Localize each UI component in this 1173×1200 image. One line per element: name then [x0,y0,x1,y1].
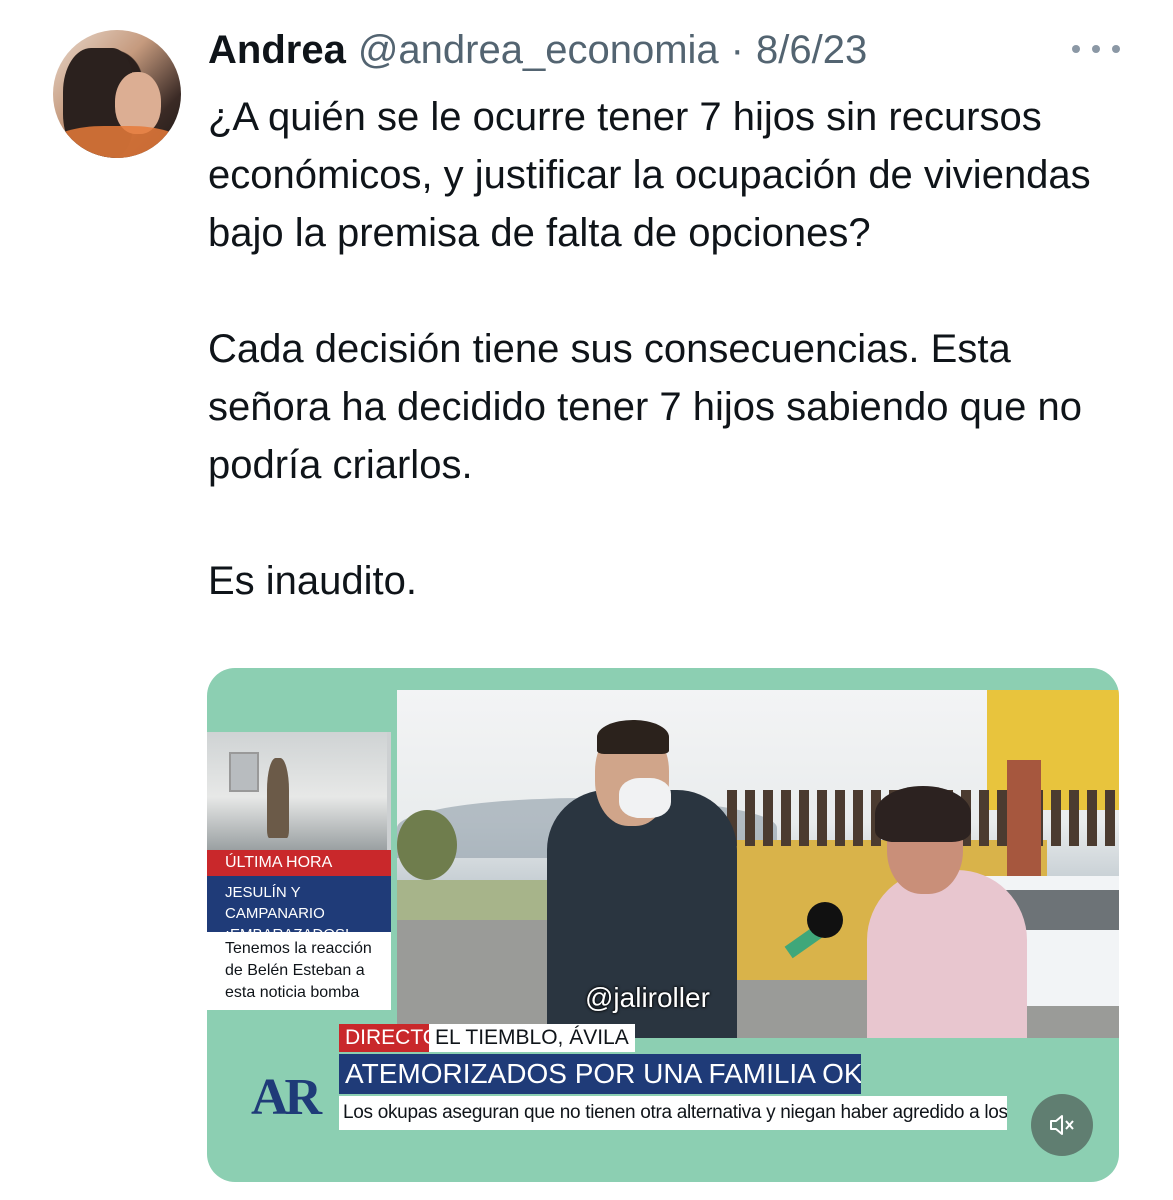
face-mask [619,778,671,818]
background-tree [397,810,457,880]
watermark: @jaliroller [585,982,710,1013]
side-headline: JESULÍN Y CAMPANARIO ¡EMBARAZADOS! [207,876,391,943]
tweet-date[interactable]: 8/6/23 [756,28,867,73]
more-options-icon[interactable] [1072,34,1120,64]
avatar[interactable] [53,30,181,158]
channel-logo: AR [251,1069,322,1126]
thumbnail-door [229,752,259,792]
author-name[interactable]: Andrea [208,28,346,73]
news-subtitle: Los okupas aseguran que no tienen otra a… [339,1096,1007,1130]
tweet-header: Andrea @andrea_economia · 8/6/23 [208,28,867,78]
interviewee-body [867,870,1027,1038]
side-teaser: Tenemos la reacción de Belén Esteban a e… [207,932,391,1010]
location-label: EL TIEMBLO, ÁVILA [429,1024,635,1052]
avatar-face [115,72,161,134]
thumbnail-figure [267,758,289,838]
separator-dot: · [730,28,744,72]
more-dot [1072,45,1080,53]
tweet-paragraph: Cada decisión tiene sus consecuencias. E… [208,327,1082,487]
tweet-paragraph: ¿A quién se le ocurre tener 7 hijos sin … [208,95,1091,255]
avatar-shoulder [53,126,181,158]
reporter-hair [597,720,669,754]
tweet-paragraph: Es inaudito. [208,559,418,603]
author-handle[interactable]: @andrea_economia [358,28,719,73]
interviewee-hair [875,786,971,842]
more-dot [1112,45,1120,53]
video-frame: cc [397,690,1119,1038]
mute-glyph [1050,1115,1074,1135]
more-dot [1092,45,1100,53]
news-thumbnail [207,732,391,850]
video-player[interactable]: ÚLTIMA HORA JESULÍN Y CAMPANARIO ¡EMBARA… [207,668,1119,1182]
microphone [807,902,843,938]
breaking-news-label: ÚLTIMA HORA [207,850,391,876]
volume-muted-icon[interactable] [1031,1094,1093,1156]
news-headline: ATEMORIZADOS POR UNA FAMILIA OKUPA [339,1054,861,1094]
tweet-text: ¿A quién se le ocurre tener 7 hijos sin … [208,88,1138,610]
